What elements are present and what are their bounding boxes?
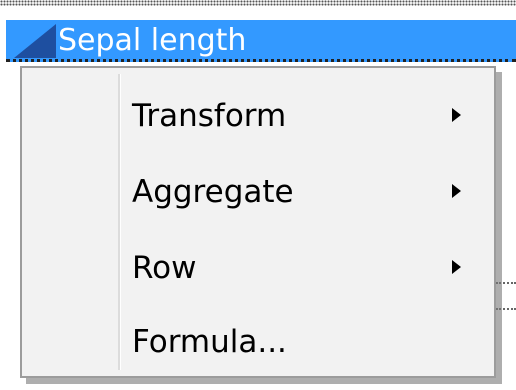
menu-item-row[interactable]: Row <box>26 238 490 298</box>
menu-item-formula[interactable]: Formula... <box>26 312 490 372</box>
screen: Sepal length Transform Aggregate Row For… <box>0 0 516 390</box>
column-sort-corner-icon <box>14 24 56 58</box>
menu-item-label: Row <box>132 250 197 286</box>
column-header-label: Sepal length <box>58 23 247 58</box>
submenu-arrow-icon <box>452 260 461 274</box>
context-menu: Transform Aggregate Row Formula... <box>20 66 496 378</box>
grid-row-divider <box>496 282 516 284</box>
menu-item-aggregate[interactable]: Aggregate <box>26 162 490 222</box>
menu-item-transform[interactable]: Transform <box>26 86 490 146</box>
menu-item-label: Aggregate <box>132 174 294 210</box>
menu-item-label: Formula... <box>132 324 287 360</box>
submenu-arrow-icon <box>452 108 461 122</box>
grid-row-divider <box>496 308 516 310</box>
menu-item-label: Transform <box>132 98 287 134</box>
submenu-arrow-icon <box>452 184 461 198</box>
grid-top-border <box>0 0 516 6</box>
